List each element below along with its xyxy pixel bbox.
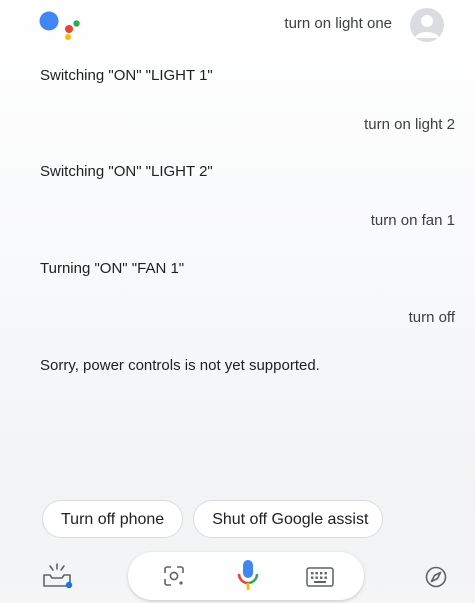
bottom-bar — [0, 548, 475, 603]
assistant-reply-2: Switching "ON" "LIGHT 2" — [40, 163, 213, 180]
user-query-4: turn off — [408, 309, 455, 326]
avatar-silhouette-icon — [415, 15, 439, 38]
assistant-screen: turn on light one Switching "ON" "LIGHT … — [0, 0, 475, 603]
user-avatar-icon[interactable] — [410, 8, 444, 42]
explore-compass-icon[interactable] — [424, 565, 448, 589]
suggestion-chips: Turn off phone Shut off Google assist — [42, 500, 384, 538]
updates-tray-icon[interactable] — [40, 562, 74, 592]
assistant-reply-3: Turning "ON" "FAN 1" — [40, 260, 185, 277]
assistant-reply-1: Switching "ON" "LIGHT 1" — [40, 67, 213, 84]
microphone-icon[interactable] — [234, 558, 262, 594]
user-query-1: turn on light one — [284, 15, 392, 32]
lens-icon[interactable] — [162, 564, 186, 588]
google-assistant-logo-icon — [39, 11, 80, 40]
user-query-3: turn on fan 1 — [370, 212, 455, 229]
suggestion-chip-turn-off-phone[interactable]: Turn off phone — [42, 500, 184, 538]
keyboard-icon[interactable] — [306, 567, 334, 587]
suggestion-chip-shut-off-assistant[interactable]: Shut off Google assist — [193, 500, 384, 538]
assistant-reply-4: Sorry, power controls is not yet support… — [40, 357, 320, 374]
user-query-2: turn on light 2 — [364, 116, 455, 133]
